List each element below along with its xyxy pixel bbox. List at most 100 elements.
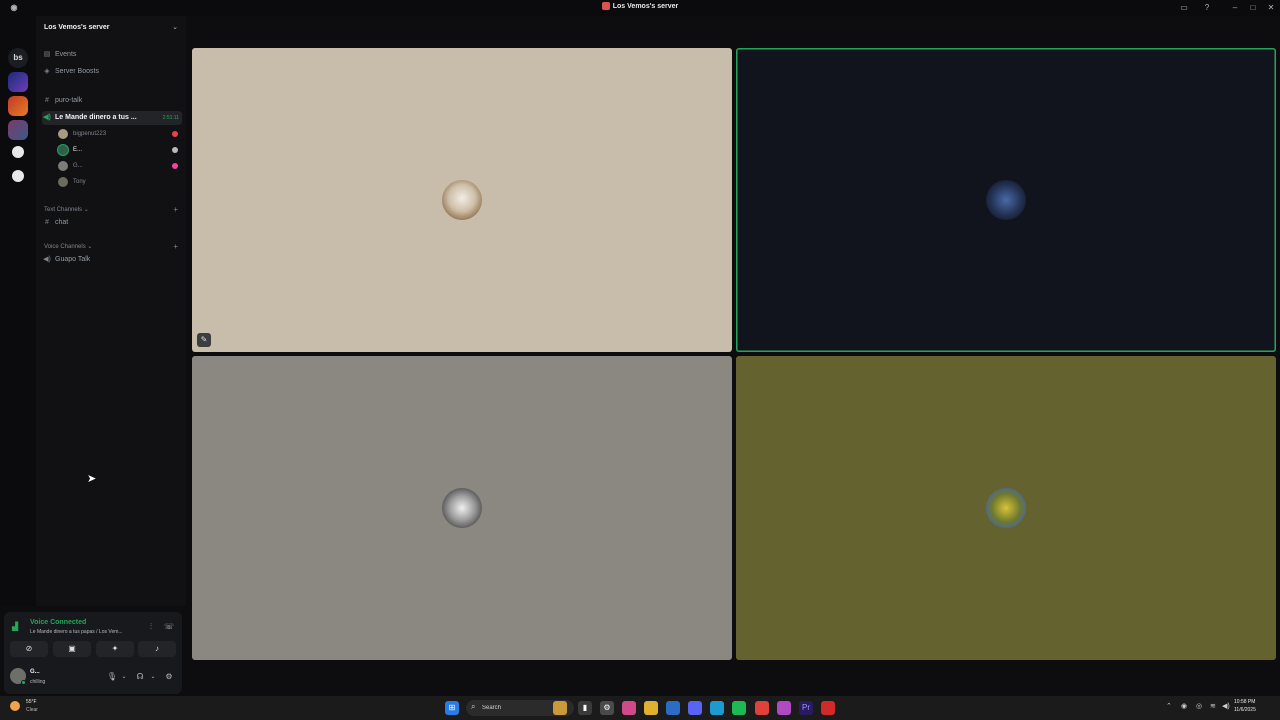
- calendar-icon: ▤: [43, 51, 51, 58]
- user-custom-status: chilling: [30, 679, 46, 685]
- search-icon: ⌕: [471, 702, 476, 711]
- voice-channel-path[interactable]: Le Mande dinero a tus papas / Los Vem...: [30, 629, 123, 635]
- gear-icon[interactable]: ⚙: [163, 671, 175, 683]
- volume-icon[interactable]: ◀): [1222, 702, 1230, 710]
- weather-desc[interactable]: Clear: [26, 707, 38, 713]
- chevron-down-icon: ⌄: [172, 24, 178, 31]
- voice-user[interactable]: Tony: [56, 175, 182, 189]
- chevron-down-icon[interactable]: ⌄: [147, 671, 159, 683]
- chevron-up-icon[interactable]: ⌃: [1166, 702, 1172, 710]
- help-icon[interactable]: ?: [1201, 2, 1213, 14]
- user-name[interactable]: G...: [30, 669, 40, 675]
- discord-logo-icon[interactable]: ◉: [8, 2, 20, 14]
- participant-tile[interactable]: [736, 48, 1276, 352]
- mouse-cursor: ➤: [87, 473, 97, 485]
- avatar: [986, 488, 1026, 528]
- server-boosts-item[interactable]: ◈ Server Boosts: [42, 65, 182, 79]
- microphone-icon[interactable]: 🎙︎: [106, 671, 118, 683]
- server-icon-2[interactable]: [8, 96, 28, 116]
- discover-icon[interactable]: [12, 170, 24, 182]
- status-dot: [172, 131, 178, 137]
- settings-app-icon[interactable]: ⚙: [600, 701, 614, 715]
- minimize-icon[interactable]: –: [1229, 2, 1241, 14]
- store-icon[interactable]: [666, 701, 680, 715]
- camera-button[interactable]: ⊘: [10, 641, 48, 657]
- voice-user-name: bigpenut223: [73, 131, 107, 137]
- events-label: Events: [55, 51, 77, 58]
- voice-panel: ▟ Voice Connected Le Mande dinero a tus …: [4, 612, 182, 694]
- voice-channels-category[interactable]: Voice Channels ⌄ +: [44, 242, 178, 251]
- soundboard-button[interactable]: ♪: [138, 641, 176, 657]
- chevron-down-icon[interactable]: ⌄: [118, 671, 130, 683]
- inbox-icon[interactable]: ▭: [1178, 2, 1190, 14]
- spotify-icon[interactable]: [732, 701, 746, 715]
- tray-app-icon-2[interactable]: ◎: [1196, 702, 1202, 710]
- start-icon[interactable]: ⊞: [445, 701, 459, 715]
- status-dot: [172, 163, 178, 169]
- noise-suppression-icon[interactable]: ⫶: [145, 621, 157, 633]
- server-rail: bs: [0, 16, 36, 606]
- chrome-icon[interactable]: [755, 701, 769, 715]
- search-input[interactable]: [482, 703, 562, 713]
- events-item[interactable]: ▤ Events: [42, 48, 182, 62]
- channel-puro-talk[interactable]: # puro-talk: [42, 94, 182, 108]
- voice-user-name: G...: [73, 163, 83, 169]
- app-red-icon[interactable]: [821, 701, 835, 715]
- hash-icon: #: [45, 219, 49, 226]
- app-icon[interactable]: [777, 701, 791, 715]
- add-channel-icon[interactable]: +: [173, 242, 178, 251]
- task-view-icon[interactable]: ▮: [578, 701, 592, 715]
- add-server-icon[interactable]: [12, 146, 24, 158]
- avatar: [58, 129, 68, 139]
- participant-tile[interactable]: ✎: [192, 48, 732, 352]
- server-icon-3[interactable]: [8, 120, 28, 140]
- participant-tile[interactable]: [736, 356, 1276, 660]
- channel-chat[interactable]: # chat: [42, 216, 182, 230]
- discord-window: Los Vemos's server ◉ ▭ ? – □ ✕ bs Los Ve…: [0, 0, 1280, 696]
- clock-time[interactable]: 10:58 PM: [1234, 699, 1255, 705]
- voice-user[interactable]: G...: [56, 159, 182, 173]
- edge-icon[interactable]: [710, 701, 724, 715]
- text-channels-category[interactable]: Text Channels ⌄ +: [44, 205, 178, 214]
- server-icon-1[interactable]: [8, 72, 28, 92]
- voice-channel-active[interactable]: ◀) Le Mande dinero a tus ... 2:51:11: [42, 111, 182, 125]
- screen-share-button[interactable]: ▣: [53, 641, 91, 657]
- weather-temp[interactable]: 55°F: [26, 699, 37, 705]
- status-badge: [21, 680, 26, 685]
- category-label: Voice Channels: [44, 244, 86, 250]
- voice-actions: ⊘ ▣ ✦ ♪: [10, 641, 176, 657]
- window-title-text: Los Vemos's server: [612, 2, 679, 10]
- server-name: Los Vemos's server: [44, 24, 110, 31]
- avatar: [58, 145, 68, 155]
- wifi-icon[interactable]: ≋: [1210, 702, 1216, 710]
- discord-app-icon[interactable]: [688, 701, 702, 715]
- status-dot: [172, 147, 178, 153]
- avatar: [442, 488, 482, 528]
- voice-status[interactable]: Voice Connected: [30, 619, 86, 626]
- voice-user[interactable]: bigpenut223: [56, 127, 182, 141]
- tray-app-icon[interactable]: ◉: [1181, 702, 1187, 710]
- headphones-icon[interactable]: ☊: [134, 671, 146, 683]
- channel-label: puro-talk: [55, 97, 83, 104]
- weather-icon[interactable]: [10, 701, 20, 711]
- disconnect-icon[interactable]: ☏: [163, 621, 175, 633]
- channel-label: Le Mande dinero a tus ...: [55, 114, 137, 121]
- activities-button[interactable]: ✦: [96, 641, 134, 657]
- title-bar: Los Vemos's server ◉ ▭ ? – □ ✕: [0, 0, 1280, 16]
- server-icon: [601, 2, 610, 10]
- server-bs[interactable]: bs: [8, 48, 28, 68]
- maximize-icon[interactable]: □: [1247, 2, 1259, 14]
- server-header[interactable]: Los Vemos's server ⌄: [36, 16, 186, 40]
- premiere-icon[interactable]: Pr: [799, 701, 813, 715]
- channel-guapo-talk[interactable]: ◀) Guapo Talk: [42, 253, 182, 267]
- file-explorer-icon[interactable]: [644, 701, 658, 715]
- widgets-icon[interactable]: [553, 701, 567, 715]
- participant-tile[interactable]: [192, 356, 732, 660]
- clock-date[interactable]: 11/6/2025: [1234, 707, 1256, 713]
- voice-user[interactable]: E...: [56, 143, 182, 157]
- copilot-icon[interactable]: [622, 701, 636, 715]
- voice-user-name: E...: [73, 147, 83, 153]
- window-title: Los Vemos's server: [0, 2, 1280, 10]
- add-channel-icon[interactable]: +: [173, 205, 178, 214]
- close-icon[interactable]: ✕: [1265, 2, 1277, 14]
